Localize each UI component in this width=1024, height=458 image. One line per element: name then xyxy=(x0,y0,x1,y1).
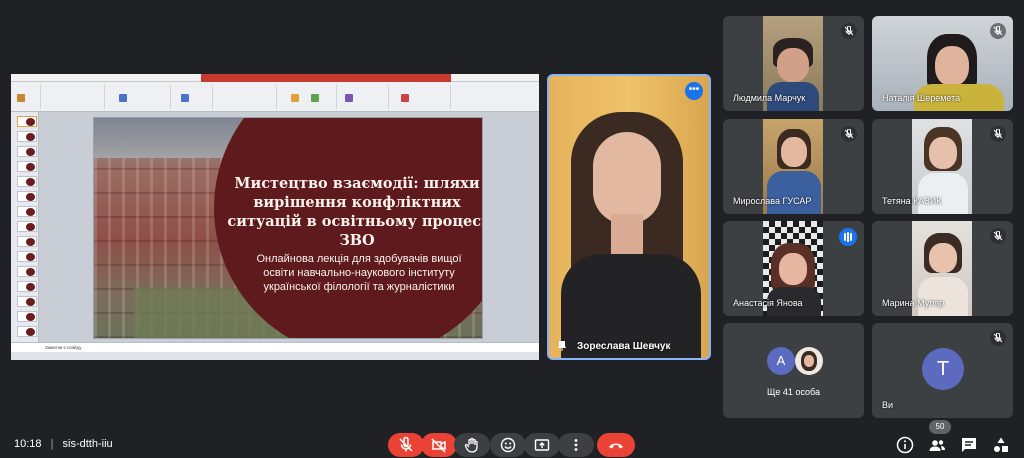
camera-off-icon xyxy=(431,438,446,453)
participant-tile[interactable]: Анастасія Янова xyxy=(723,221,864,316)
mic-off-icon xyxy=(990,228,1006,244)
ppt-status-bar xyxy=(11,352,539,360)
participant-name: Анастасія Янова xyxy=(733,298,803,308)
avatar: А xyxy=(767,347,795,375)
present-screen-icon xyxy=(534,439,550,451)
reactions-button[interactable] xyxy=(490,433,526,457)
speaker-tile[interactable]: ••• Зореслава Шевчук xyxy=(547,74,711,360)
mic-off-icon xyxy=(841,23,857,39)
emoji-icon xyxy=(500,437,516,453)
more-participants-label: Ще 41 особа xyxy=(766,387,821,397)
slide-thumbnails[interactable] xyxy=(11,112,39,342)
participant-name: Людмила Марчук xyxy=(733,93,806,103)
ppt-title-highlight xyxy=(201,74,451,82)
mic-off-icon xyxy=(990,23,1006,39)
others-tile[interactable]: А Ще 41 особа xyxy=(723,323,864,418)
speaker-name: Зореслава Шевчук xyxy=(577,341,671,352)
leave-call-button[interactable] xyxy=(597,433,635,457)
slide-notes[interactable]: Заметки к слайду xyxy=(11,342,539,352)
participant-name: Наталія Шеремета xyxy=(882,93,961,103)
hang-up-icon xyxy=(609,443,623,449)
participant-tile[interactable]: Мирослава ГУСАР xyxy=(723,119,864,214)
slide-canvas: Мистецтво взаємодії: шляхи вирішення кон… xyxy=(39,112,539,342)
meeting-details-button[interactable] xyxy=(895,435,915,455)
activities-button[interactable] xyxy=(991,435,1011,455)
participant-name: Марина Муляр xyxy=(882,298,945,308)
avatar xyxy=(795,347,823,375)
speaker-video xyxy=(549,76,709,358)
people-count-badge: 50 xyxy=(929,420,951,434)
participant-tile[interactable]: Наталія Шеремета xyxy=(872,16,1013,111)
participant-tile[interactable]: Людмила Марчук xyxy=(723,16,864,111)
mic-toggle-button[interactable] xyxy=(388,433,424,457)
hand-icon xyxy=(464,437,478,453)
present-button[interactable] xyxy=(524,433,560,457)
mic-off-icon xyxy=(990,330,1006,346)
self-tile[interactable]: Т Ви xyxy=(872,323,1013,418)
more-dots-icon[interactable]: ••• xyxy=(685,82,703,100)
speaking-indicator-icon xyxy=(839,228,857,246)
activities-icon xyxy=(994,437,1008,452)
slide: Мистецтво взаємодії: шляхи вирішення кон… xyxy=(93,117,483,339)
camera-toggle-button[interactable] xyxy=(421,433,457,457)
meeting-code: sis-dtth-iiu xyxy=(62,438,113,450)
meeting-info: 10:18 | sis-dtth-iiu xyxy=(14,438,113,450)
chat-button[interactable] xyxy=(959,435,979,455)
info-icon xyxy=(896,436,914,454)
mic-off-icon xyxy=(990,126,1006,142)
self-name: Ви xyxy=(882,400,894,410)
avatar: Т xyxy=(922,348,964,390)
people-icon xyxy=(929,440,945,451)
chat-icon xyxy=(962,438,976,452)
participant-name: Тетяна КАЗИК xyxy=(882,196,942,206)
clock-time: 10:18 xyxy=(14,438,42,450)
participant-tile[interactable]: Тетяна КАЗИК xyxy=(872,119,1013,214)
shared-screen: Мистецтво взаємодії: шляхи вирішення кон… xyxy=(11,74,539,360)
mic-off-icon xyxy=(841,126,857,142)
ppt-ribbon xyxy=(11,82,539,112)
separator: | xyxy=(50,438,54,450)
participant-tile[interactable]: Марина Муляр xyxy=(872,221,1013,316)
more-options-button[interactable] xyxy=(558,433,594,457)
people-button[interactable] xyxy=(927,435,947,455)
bottom-bar: 10:18 | sis-dtth-iiu xyxy=(0,425,1024,458)
slide-subtitle: Онлайнова лекція для здобувачів вищої ос… xyxy=(256,253,462,293)
more-vert-icon xyxy=(574,439,578,451)
ppt-title-bar xyxy=(11,74,539,82)
participant-name: Мирослава ГУСАР xyxy=(733,196,812,206)
pin-icon[interactable] xyxy=(558,341,566,351)
mic-off-icon xyxy=(399,436,413,452)
slide-title: Мистецтво взаємодії: шляхи вирішення кон… xyxy=(227,175,483,249)
raise-hand-button[interactable] xyxy=(454,433,490,457)
